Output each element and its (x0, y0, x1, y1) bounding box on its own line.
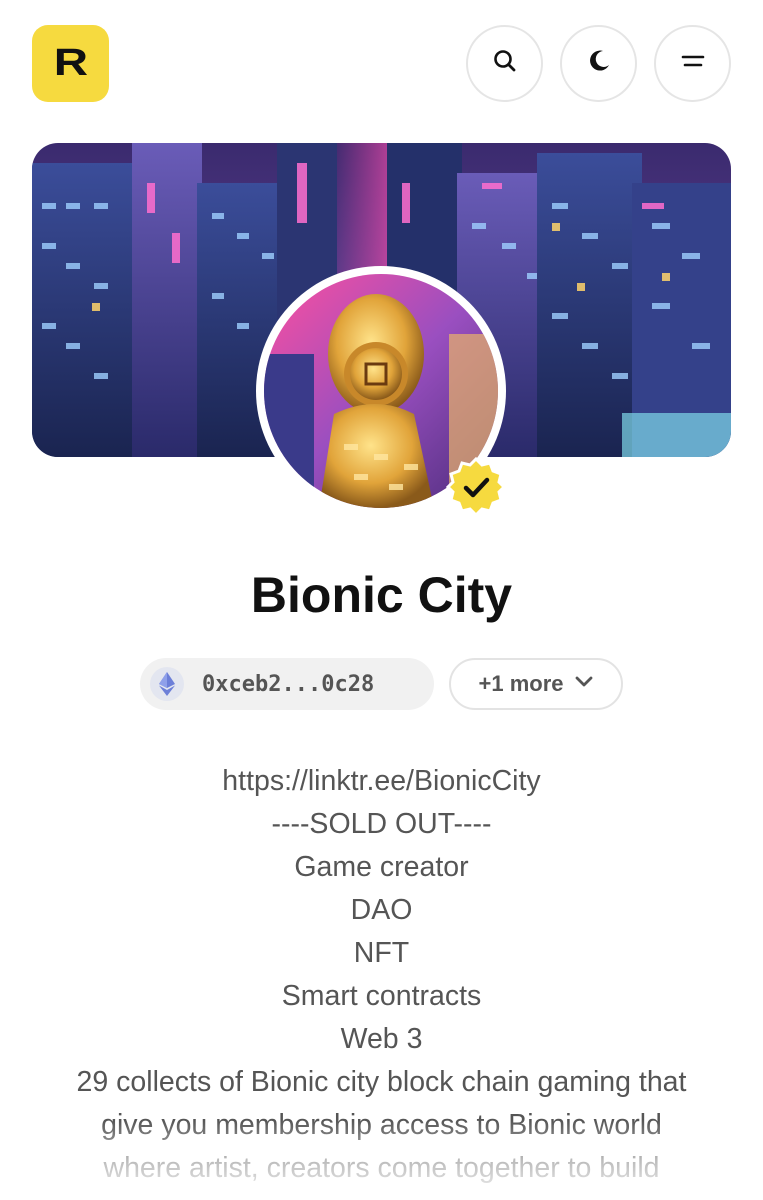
chevron-down-icon (574, 675, 594, 694)
bio-line: ----SOLD OUT---- (271, 808, 492, 840)
bio-link[interactable]: https://linktr.ee/BionicCity (20, 760, 743, 803)
theme-toggle-button[interactable] (560, 25, 637, 102)
search-icon (492, 48, 518, 79)
more-wallets-button[interactable]: +1 more (449, 658, 623, 710)
bio-line: NFT (353, 937, 410, 969)
moon-icon (586, 48, 612, 79)
more-wallets-label: +1 more (478, 671, 564, 696)
wallet-address: 0xceb2...0c28 (202, 671, 375, 697)
bio-line: 29 collects of Bionic city block chain g… (76, 1066, 687, 1098)
logo-letter: R (53, 42, 88, 84)
bio-line: DAO (350, 894, 413, 926)
verified-badge-icon (444, 455, 508, 519)
search-button[interactable] (466, 25, 543, 102)
profile-page: R Bionic City 0xceb2...0c28 +1 more http… (0, 0, 763, 1200)
wallet-address-button[interactable]: 0xceb2...0c28 (140, 658, 434, 710)
rarible-logo[interactable]: R (32, 25, 109, 102)
bio-line: give you membership access to Bionic wor… (101, 1109, 662, 1141)
menu-button[interactable] (654, 25, 731, 102)
bio-line: Smart contracts (281, 980, 482, 1012)
profile-bio: https://linktr.ee/BionicCity ----SOLD OU… (20, 760, 743, 1190)
bio-line: where artist, creators come together to … (103, 1152, 660, 1184)
bio-line: Web 3 (340, 1023, 423, 1055)
ethereum-icon (150, 667, 184, 701)
bio-line: Game creator (294, 851, 469, 883)
profile-name: Bionic City (250, 567, 513, 623)
menu-icon (679, 51, 707, 76)
